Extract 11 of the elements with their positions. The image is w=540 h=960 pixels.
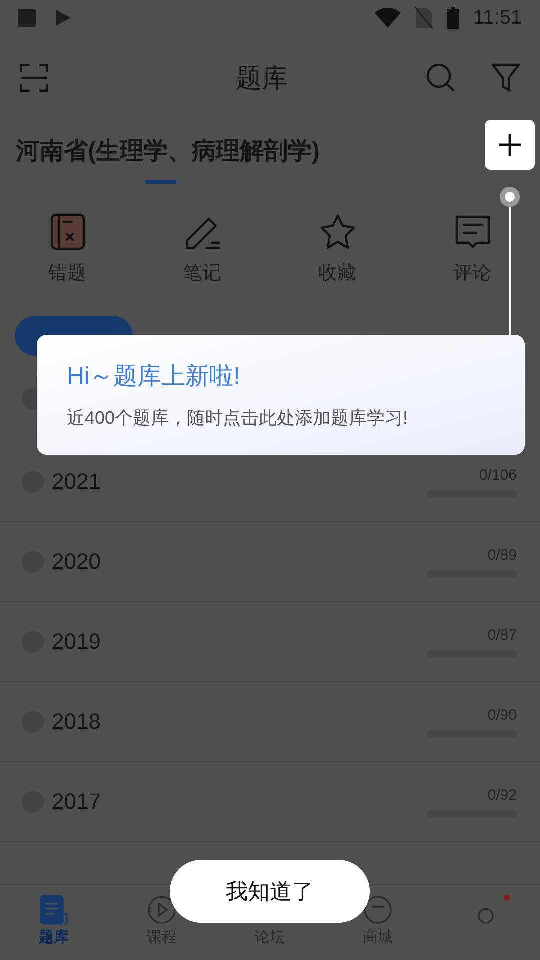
year-label[interactable]: 2018 (52, 705, 101, 738)
year-label[interactable]: 2019 (52, 625, 101, 658)
tooltip-title: Hi～题库上新啦! (67, 362, 242, 392)
nav-tab[interactable]: 题库 (0, 885, 108, 960)
year-label[interactable]: 2020 (52, 545, 101, 578)
got-it-button[interactable]: 我知道了 (226, 875, 314, 908)
page-title: 题库 (236, 62, 288, 94)
year-label[interactable]: 2021 (52, 465, 101, 498)
year-label[interactable]: 2017 (52, 785, 101, 818)
subject-tab[interactable]: 河南省(生理学、病理解剖学) (16, 120, 320, 170)
tooltip-text: 近400个题库，随时点击此处添加题库学习! (67, 406, 410, 430)
